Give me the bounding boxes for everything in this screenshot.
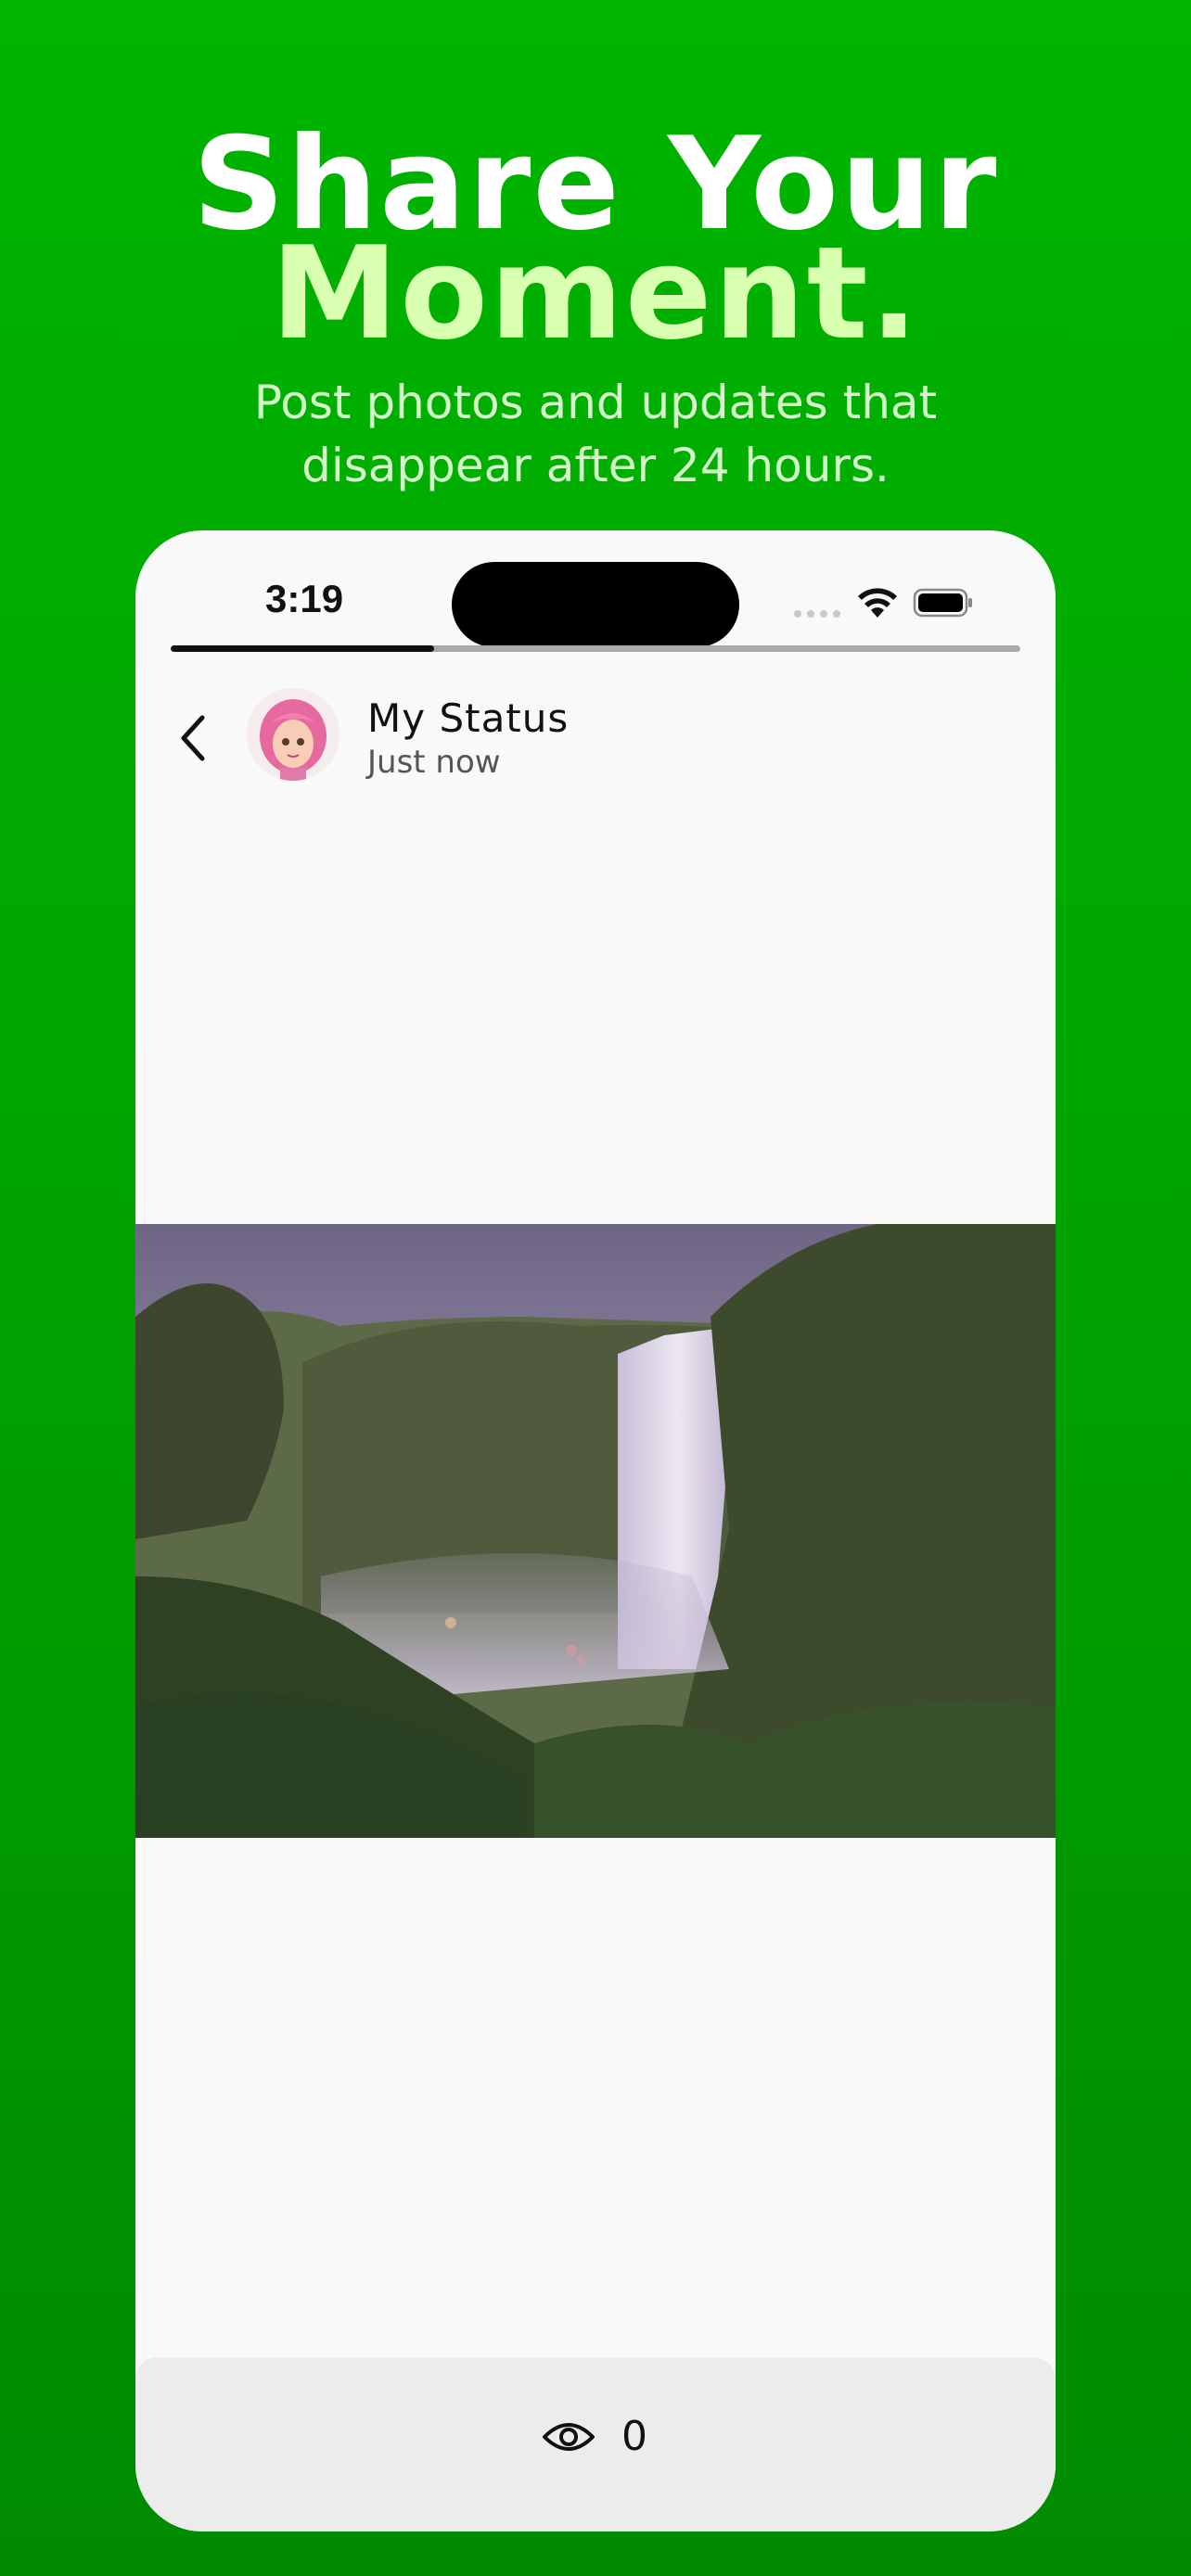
cellular-signal-icon	[794, 610, 840, 618]
back-chevron-icon[interactable]	[171, 708, 215, 768]
status-timestamp: Just now	[367, 744, 501, 781]
phone-frame: 3:19 My Status Just now 0	[135, 530, 1056, 2531]
avatar	[247, 688, 339, 781]
promo-headline: Share Your Moment.	[0, 121, 1191, 368]
battery-icon	[913, 588, 972, 618]
dynamic-island	[452, 562, 739, 647]
story-progress-fill	[171, 645, 434, 652]
subhead-line-1: Post photos and updates that	[253, 376, 938, 429]
story-footer: 0	[135, 2357, 1056, 2531]
headline-line-2: Moment.	[270, 219, 921, 368]
view-count[interactable]: 0	[621, 2413, 647, 2460]
story-header: My Status Just now	[135, 688, 1056, 790]
status-bar: 3:19	[135, 530, 1056, 647]
subhead-line-2: disappear after 24 hours.	[301, 439, 890, 492]
story-progress-bar	[171, 645, 1020, 652]
wifi-icon	[858, 588, 897, 618]
eye-icon[interactable]	[542, 2418, 596, 2455]
status-photo	[135, 1224, 1056, 1838]
status-time: 3:19	[265, 577, 344, 620]
promo-subheading: Post photos and updates that disappear a…	[0, 371, 1191, 497]
status-title: My Status	[367, 695, 570, 741]
